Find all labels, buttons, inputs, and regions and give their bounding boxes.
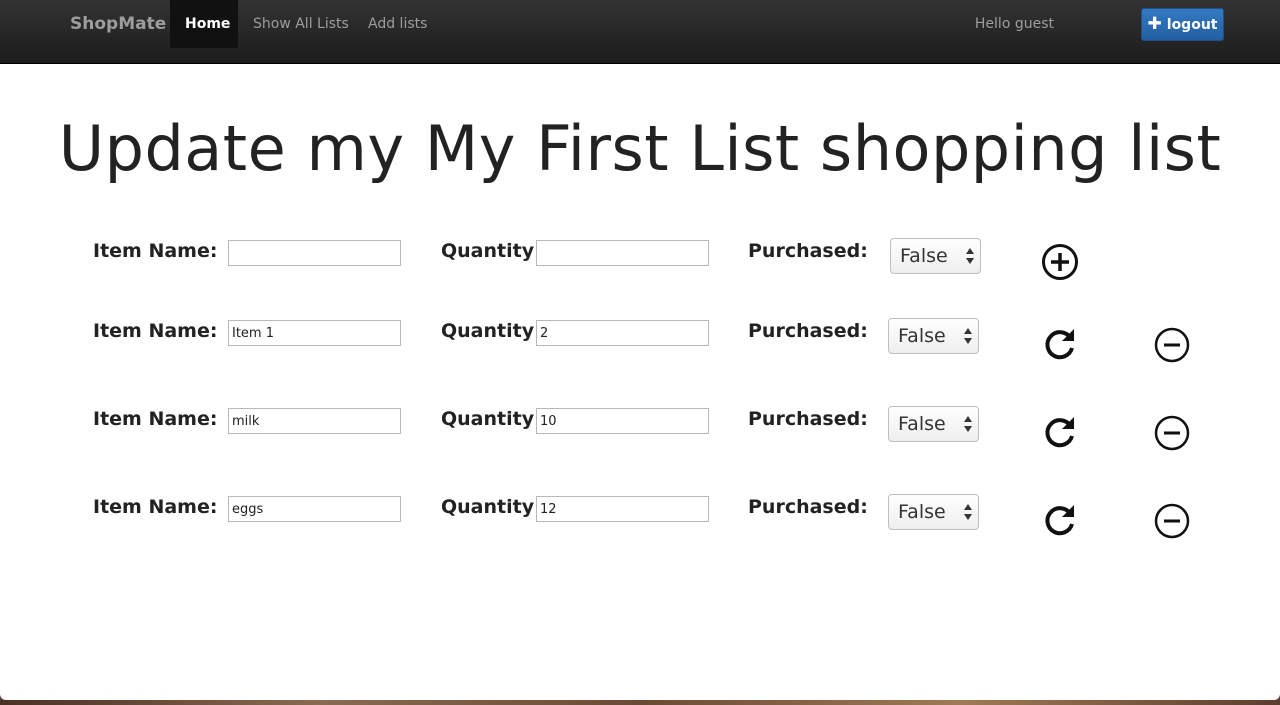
delete-item-button[interactable] [1153,326,1191,364]
minus-circle-icon [1154,503,1190,539]
item-name-label: Item Name: [93,408,218,430]
update-item-button[interactable] [1041,413,1079,451]
nav-home[interactable]: Home [170,0,238,48]
add-item-button[interactable] [1041,243,1079,281]
purchased-select-value: False [898,501,946,523]
purchased-select[interactable]: False [888,494,979,530]
greeting-text: Hello guest [974,16,1054,32]
purchased-label: Purchased: [748,320,868,342]
add-circle-icon [1042,244,1078,280]
nav-add-lists[interactable]: Add lists [368,0,427,48]
purchased-select[interactable]: False [888,318,979,354]
item-name-label: Item Name: [93,496,218,518]
logout-label: logout [1166,16,1218,33]
item-name-input[interactable] [228,408,401,434]
new-quantity-input[interactable] [536,240,709,266]
select-arrows-icon [964,416,972,432]
delete-item-button[interactable] [1153,502,1191,540]
quantity-label: Quantity: [441,320,542,342]
item-row: Item Name: Quantity: Purchased: False [0,494,1280,539]
new-item-name-input[interactable] [228,240,401,266]
purchased-select[interactable]: False [888,406,979,442]
select-arrows-icon [964,504,972,520]
plus-icon: ✚ [1147,14,1162,34]
quantity-input[interactable] [536,320,709,346]
update-item-button[interactable] [1041,501,1079,539]
quantity-label: Quantity: [441,408,542,430]
select-arrows-icon [966,248,974,264]
select-arrows-icon [964,328,972,344]
delete-item-button[interactable] [1153,414,1191,452]
quantity-label: Quantity: [441,240,542,262]
page-title: Update my My First List shopping list [58,112,1222,185]
purchased-label: Purchased: [748,240,868,262]
navbar: ShopMate Home Show All Lists Add lists H… [0,0,1280,64]
item-name-input[interactable] [228,320,401,346]
refresh-icon [1045,417,1074,448]
minus-circle-icon [1154,415,1190,451]
quantity-label: Quantity: [441,496,542,518]
quantity-input[interactable] [536,496,709,522]
purchased-label: Purchased: [748,408,868,430]
item-name-label: Item Name: [93,240,218,262]
new-purchased-select[interactable]: False [890,238,981,274]
item-row: Item Name: Quantity: Purchased: False [0,406,1280,451]
brand-logo[interactable]: ShopMate [70,14,166,34]
refresh-icon [1045,505,1074,536]
item-row: Item Name: Quantity: Purchased: False [0,318,1280,363]
purchased-select-value: False [898,325,946,347]
purchased-select-value: False [898,413,946,435]
item-name-input[interactable] [228,496,401,522]
logout-button[interactable]: ✚ logout [1141,8,1224,41]
purchased-select-value: False [900,245,948,267]
purchased-label: Purchased: [748,496,868,518]
main-content: Update my My First List shopping list It… [0,64,1280,700]
nav-show-all-lists[interactable]: Show All Lists [253,0,349,48]
new-item-row: Item Name: Quantity: Purchased: False [0,238,1280,281]
update-item-button[interactable] [1041,325,1079,363]
quantity-input[interactable] [536,408,709,434]
background-image-strip [0,700,1280,705]
minus-circle-icon [1154,327,1190,363]
item-name-label: Item Name: [93,320,218,342]
refresh-icon [1045,329,1074,360]
